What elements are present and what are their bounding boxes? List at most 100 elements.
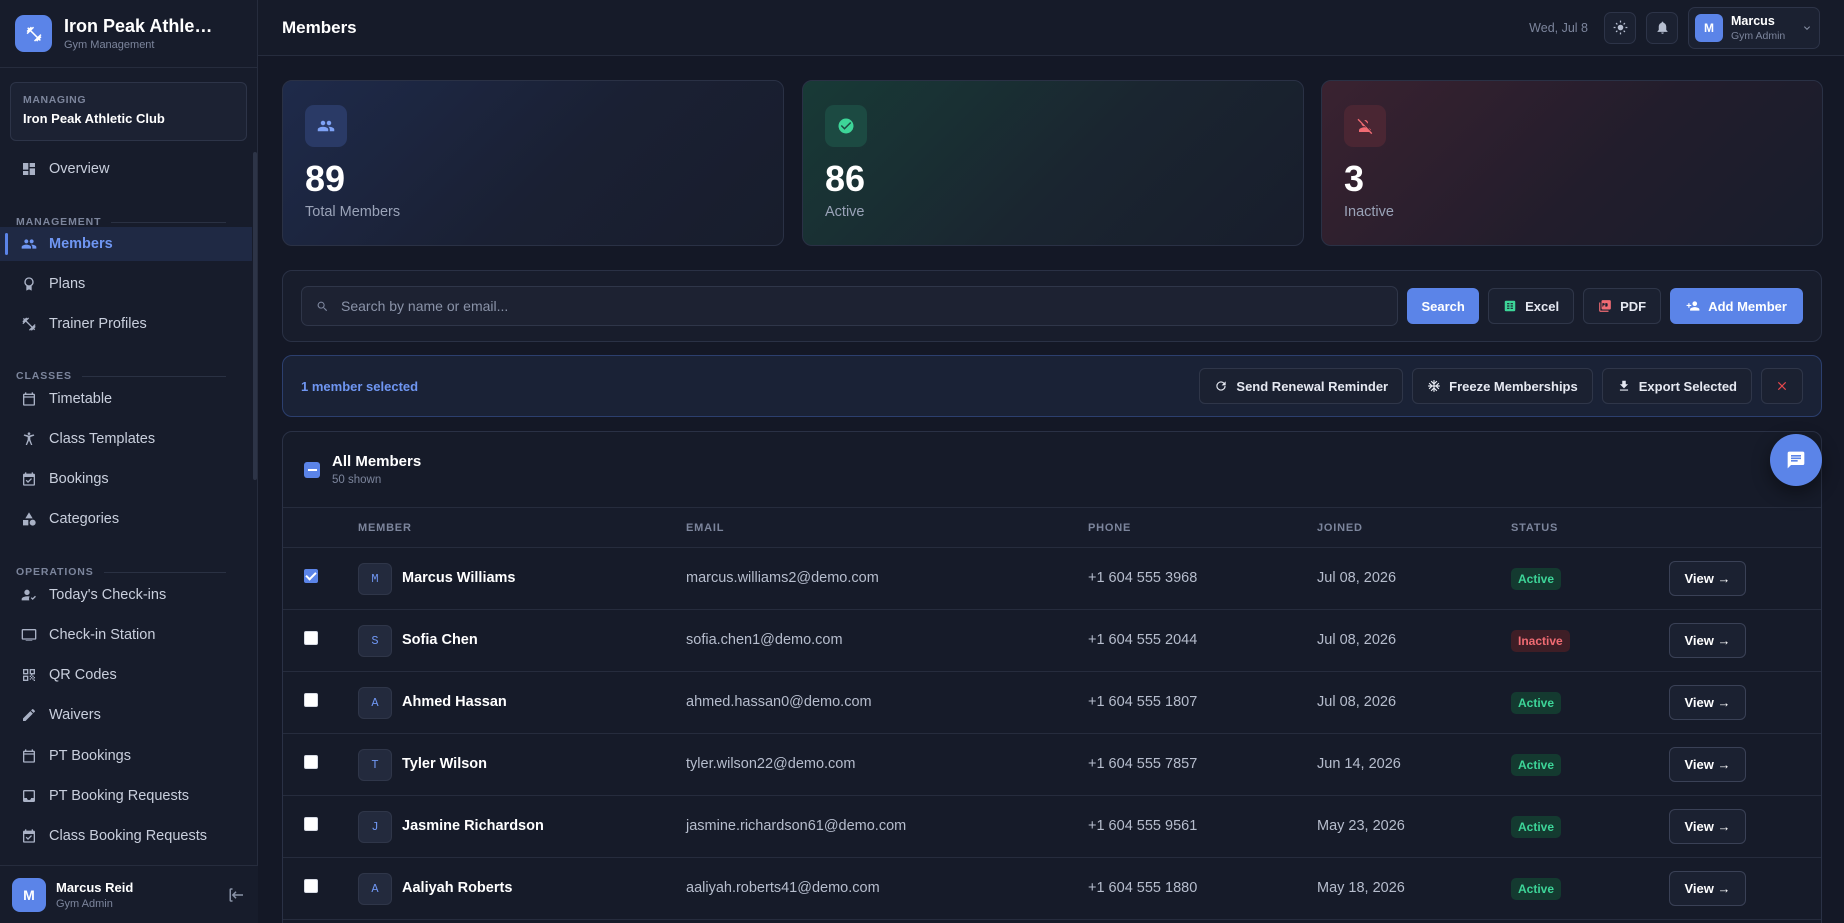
table-row[interactable]: T Tyler Wilson tyler.wilson22@demo.com +1 6… — [283, 734, 1821, 796]
member-name: Sofia Chen — [402, 632, 478, 648]
sidebar-item-label: Bookings — [49, 471, 109, 487]
download-icon — [1619, 380, 1628, 391]
search-input[interactable] — [341, 298, 1341, 314]
sidebar-item-waivers[interactable]: Waivers — [0, 698, 252, 732]
sidebar-item-members[interactable]: Members — [0, 227, 252, 261]
row-checkbox[interactable] — [304, 879, 318, 893]
clear-selection-button[interactable] — [1761, 368, 1803, 404]
table-header: All Members 50 shown — [283, 432, 1821, 508]
row-checkbox[interactable] — [304, 569, 318, 583]
freeze-memberships-button[interactable]: Freeze Memberships — [1412, 368, 1593, 404]
sidebar-item-plans[interactable]: Plans — [0, 267, 252, 301]
send-renewal-reminder-button[interactable]: Send Renewal Reminder — [1199, 368, 1404, 404]
stat-value: 86 — [825, 158, 866, 199]
sidebar-item-todays-checkins[interactable]: Today's Check-ins — [0, 578, 252, 612]
member-joined: Jun 14, 2026 — [1317, 756, 1401, 772]
person-check-icon — [21, 589, 36, 601]
table-body: M Marcus Williams marcus.williams2@demo.co… — [283, 548, 1821, 920]
profile-menu[interactable]: M Marcus Gym Admin — [1688, 6, 1820, 49]
row-checkbox[interactable] — [304, 631, 318, 645]
export-pdf-button[interactable]: PDF — [1583, 288, 1662, 324]
search-toolbar: Search Excel PDF Add Member — [282, 270, 1822, 342]
sidebar-item-overview[interactable]: Overview — [0, 152, 252, 186]
stat-card-total: 89 Total Members — [282, 80, 784, 246]
member-name: Ahmed Hassan — [402, 694, 507, 710]
search-field[interactable] — [301, 286, 1399, 326]
shapes-icon — [23, 512, 36, 526]
sidebar-item-categories[interactable]: Categories — [0, 502, 252, 536]
row-checkbox[interactable] — [304, 693, 318, 707]
sidebar-scrollbar[interactable] — [253, 152, 257, 480]
view-member-button[interactable]: View → — [1669, 871, 1746, 906]
column-member[interactable]: MEMBER — [358, 522, 412, 534]
view-member-button[interactable]: View → — [1669, 623, 1746, 658]
logout-icon[interactable] — [228, 886, 246, 904]
managing-gym-selector[interactable]: MANAGING Iron Peak Athletic Club — [10, 82, 247, 141]
sidebar-item-trainer-profiles[interactable]: Trainer Profiles — [0, 307, 252, 341]
column-joined[interactable]: JOINED — [1317, 522, 1363, 534]
row-checkbox[interactable] — [304, 817, 318, 831]
sidebar-item-checkin-station[interactable]: Check-in Station — [0, 618, 252, 652]
view-member-button[interactable]: View → — [1669, 747, 1746, 782]
column-email[interactable]: EMAIL — [686, 522, 724, 534]
member-joined: Jul 08, 2026 — [1317, 632, 1397, 648]
sidebar-item-timetable[interactable]: Timetable — [0, 382, 252, 416]
managing-label: MANAGING — [23, 94, 87, 106]
calendar-icon — [23, 392, 35, 406]
sidebar-item-bookings[interactable]: Bookings — [0, 462, 252, 496]
member-phone: +1 604 555 1807 — [1088, 694, 1198, 710]
member-name: Jasmine Richardson — [402, 818, 544, 834]
table-row[interactable]: S Sofia Chen sofia.chen1@demo.com +1 604 55… — [283, 610, 1821, 672]
stat-value: 3 — [1344, 158, 1365, 199]
sidebar-item-class-booking-requests[interactable]: Class Booking Requests — [0, 819, 252, 853]
notifications-button[interactable] — [1646, 11, 1678, 44]
export-selected-button[interactable]: Export Selected — [1601, 368, 1752, 404]
member-phone: +1 604 555 9561 — [1088, 818, 1198, 834]
sidebar-item-qr-codes[interactable]: QR Codes — [0, 658, 252, 692]
user-name: Marcus Reid — [56, 879, 134, 895]
table-row[interactable]: M Marcus Williams marcus.williams2@demo.co… — [283, 548, 1821, 610]
member-name: Marcus Williams — [402, 570, 516, 586]
member-email: marcus.williams2@demo.com — [686, 570, 879, 586]
column-headers: MEMBER EMAIL PHONE JOINED STATUS — [283, 508, 1821, 548]
status-badge: Active — [1511, 568, 1562, 590]
view-member-button[interactable]: View → — [1669, 809, 1746, 844]
export-excel-button[interactable]: Excel — [1488, 288, 1575, 324]
row-checkbox[interactable] — [304, 755, 318, 769]
sidebar-item-class-templates[interactable]: Class Templates — [0, 422, 252, 456]
column-status[interactable]: STATUS — [1511, 522, 1558, 534]
close-icon — [1777, 381, 1787, 391]
sidebar-item-label: Plans — [49, 276, 86, 292]
member-email: sofia.chen1@demo.com — [686, 632, 843, 648]
excel-label: Excel — [1525, 298, 1560, 314]
sidebar-item-label: Class Booking Requests — [49, 828, 207, 844]
bulk-action-bar: 1 member selected Send Renewal Reminder … — [282, 355, 1822, 417]
member-email: tyler.wilson22@demo.com — [686, 756, 856, 772]
signature-icon — [23, 708, 35, 721]
search-button[interactable]: Search — [1407, 288, 1480, 324]
select-all-checkbox[interactable] — [304, 461, 320, 478]
member-avatar: T — [358, 749, 392, 781]
table-row[interactable]: J Jasmine Richardson jasmine.richardson61@… — [283, 796, 1821, 858]
table-row[interactable]: A Aaliyah Roberts aaliyah.roberts41@demo.c… — [283, 858, 1821, 920]
table-row[interactable]: A Ahmed Hassan ahmed.hassan0@demo.com +1 60… — [283, 672, 1821, 734]
chat-button[interactable] — [1770, 434, 1822, 486]
brand[interactable]: Iron Peak Athle… Gym Management — [0, 0, 257, 68]
column-phone[interactable]: PHONE — [1088, 522, 1131, 534]
pdf-label: PDF — [1620, 298, 1647, 314]
theme-toggle-button[interactable] — [1604, 11, 1636, 44]
add-member-label: Add Member — [1708, 298, 1787, 314]
sidebar-item-pt-bookings[interactable]: PT Bookings — [0, 739, 252, 773]
stat-label: Total Members — [305, 203, 401, 220]
view-member-button[interactable]: View → — [1669, 685, 1746, 720]
member-avatar: S — [358, 625, 392, 657]
add-member-button[interactable]: Add Member — [1670, 288, 1804, 324]
sidebar-item-pt-booking-requests[interactable]: PT Booking Requests — [0, 779, 252, 813]
topbar: Members Wed, Jul 8 M Marcus Gym Admin — [258, 0, 1844, 56]
member-name: Aaliyah Roberts — [402, 880, 513, 896]
member-phone: +1 604 555 2044 — [1088, 632, 1198, 648]
sidebar-user: M Marcus Reid Gym Admin — [0, 865, 258, 923]
search-icon — [317, 301, 328, 311]
avatar: M — [1695, 13, 1723, 42]
view-member-button[interactable]: View → — [1669, 561, 1746, 596]
